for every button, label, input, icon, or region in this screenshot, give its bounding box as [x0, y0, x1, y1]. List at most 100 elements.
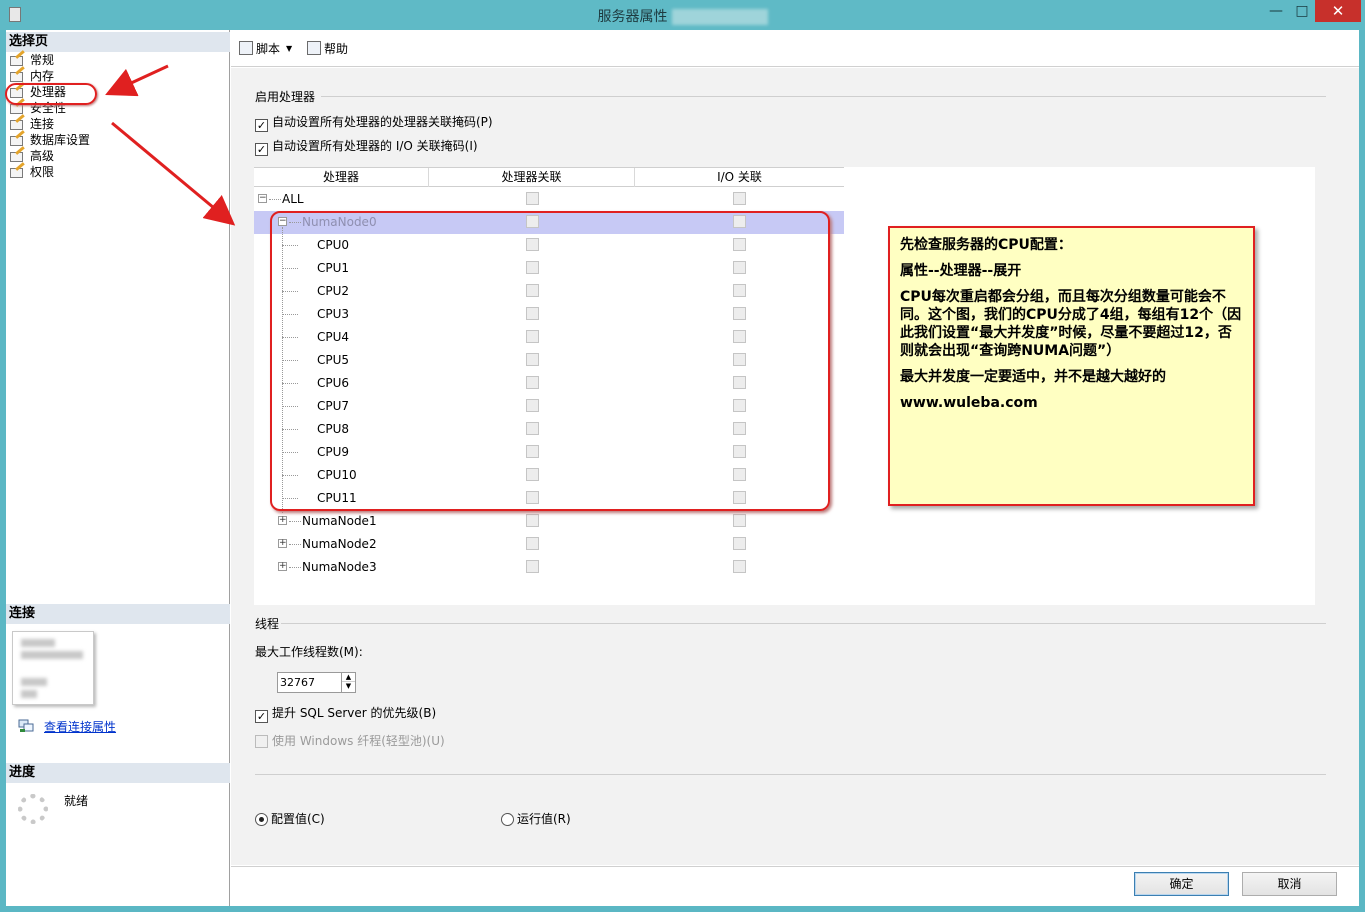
tree-line [269, 199, 281, 200]
io-affinity-checkbox[interactable] [733, 560, 746, 573]
page-item-label: 权限 [30, 165, 55, 179]
expand-icon[interactable]: + [278, 562, 287, 571]
page-icon [10, 114, 25, 130]
page-item[interactable]: 连接 [10, 114, 55, 132]
processor-affinity-checkbox[interactable] [526, 560, 539, 573]
script-button[interactable]: 脚本 ▼ [239, 40, 292, 57]
page-icon [10, 130, 25, 146]
annotation-line: 属性--处理器--展开 [900, 263, 1022, 279]
expand-icon[interactable]: + [278, 539, 287, 548]
page-item-label: 内存 [30, 69, 55, 83]
processor-row[interactable]: − ALL [254, 188, 844, 211]
page-icon [10, 50, 25, 66]
configured-values-radio[interactable] [255, 813, 268, 826]
running-values-label: 运行值(R) [517, 812, 571, 826]
page-item[interactable]: 权限 [10, 162, 55, 180]
dropdown-arrow-icon[interactable]: ▼ [286, 44, 292, 53]
boost-priority-checkbox[interactable]: ✓ [255, 710, 268, 723]
progress-header: 进度 [6, 763, 230, 783]
max-worker-threads-stepper[interactable]: 32767 ▲ ▼ [277, 672, 356, 693]
page-item[interactable]: 高级 [10, 146, 55, 164]
close-button[interactable]: ✕ [1315, 0, 1361, 22]
cancel-button[interactable]: 取消 [1242, 872, 1337, 896]
progress-status: 就绪 [64, 794, 89, 808]
tree-line [289, 567, 301, 568]
use-fibers-label: 使用 Windows 纤程(轻型池)(U) [272, 734, 445, 748]
page-item[interactable]: 常规 [10, 50, 54, 68]
collapse-icon[interactable]: − [258, 194, 267, 203]
expand-icon[interactable]: + [278, 516, 287, 525]
tree-line [289, 521, 301, 522]
toolbar: 脚本 ▼ 帮助 [231, 30, 1359, 67]
script-label: 脚本 [256, 42, 281, 56]
auto-io-checkbox-row[interactable]: ✓ 自动设置所有处理器的 I/O 关联掩码(I) [255, 139, 478, 156]
divider [255, 774, 1326, 775]
processor-affinity-checkbox[interactable] [526, 537, 539, 550]
maximize-button[interactable]: □ [1290, 0, 1314, 22]
running-values-radio-row[interactable]: 运行值(R) [501, 810, 571, 827]
max-worker-threads-label: 最大工作线程数(M): [255, 645, 363, 659]
progress-spinner-icon [18, 794, 48, 824]
column-io-affinity[interactable]: I/O 关联 [635, 168, 844, 187]
title-bar[interactable]: 服务器属性 — □ ✕ [0, 0, 1365, 30]
annotation-line: www.wuleba.com [900, 395, 1038, 411]
use-fibers-checkbox[interactable] [255, 735, 268, 748]
io-affinity-checkbox[interactable] [733, 192, 746, 205]
annotation-line: 最大并发度一定要适中，并不是越大越好的 [900, 369, 1166, 385]
processor-affinity-checkbox[interactable] [526, 192, 539, 205]
tree-line [289, 544, 301, 545]
max-worker-threads-value[interactable]: 32767 [280, 676, 315, 689]
annotation-line: 先检查服务器的CPU配置： [900, 237, 1072, 253]
stepper-up-icon[interactable]: ▲ [342, 673, 355, 682]
processor-affinity-checkbox[interactable] [526, 514, 539, 527]
help-icon [307, 41, 321, 55]
select-page-header: 选择页 [6, 32, 230, 52]
auto-io-affinity-label: 自动设置所有处理器的 I/O 关联掩码(I) [272, 139, 478, 153]
connection-properties-icon [18, 719, 34, 732]
running-values-radio[interactable] [501, 813, 514, 826]
help-label: 帮助 [324, 42, 349, 56]
auto-affinity-checkbox-row[interactable]: ✓ 自动设置所有处理器的处理器关联掩码(P) [255, 115, 493, 132]
use-fibers-checkbox-row[interactable]: 使用 Windows 纤程(轻型池)(U) [255, 734, 445, 748]
boost-priority-checkbox-row[interactable]: ✓ 提升 SQL Server 的优先级(B) [255, 706, 436, 723]
view-connection-properties-link[interactable]: 查看连接属性 [44, 718, 116, 735]
auto-affinity-label: 自动设置所有处理器的处理器关联掩码(P) [272, 115, 493, 129]
redacted-text [21, 678, 47, 686]
dialog-footer: 确定 取消 [231, 866, 1359, 906]
column-processor-affinity[interactable]: 处理器关联 [429, 168, 635, 187]
stepper-down-icon[interactable]: ▼ [342, 682, 355, 691]
connection-info-card [12, 631, 94, 705]
help-button[interactable]: 帮助 [307, 40, 348, 57]
processor-row[interactable]: + NumaNode2 [254, 533, 844, 556]
page-icon [10, 66, 25, 82]
minimize-button[interactable]: — [1264, 0, 1288, 22]
redacted-text [21, 651, 83, 659]
grid-header: 处理器 处理器关联 I/O 关联 [254, 167, 844, 187]
column-processor[interactable]: 处理器 [254, 168, 429, 187]
redacted-text [21, 639, 55, 647]
processor-name: NumaNode2 [302, 537, 377, 551]
redacted-text [21, 690, 37, 698]
configured-values-label: 配置值(C) [271, 812, 325, 826]
annotation-line: CPU每次重启都会分组，而且每次分组数量可能会不同。这个图，我们的CPU分成了4… [900, 289, 1242, 359]
processor-row[interactable]: + NumaNode3 [254, 556, 844, 579]
window-title: 服务器属性 [0, 6, 1365, 26]
annotation-note: 先检查服务器的CPU配置： 属性--处理器--展开 CPU每次重启都会分组，而且… [888, 226, 1255, 506]
configured-values-radio-row[interactable]: 配置值(C) [255, 810, 325, 827]
annotation-box [270, 211, 830, 511]
page-icon [10, 146, 25, 162]
left-pane: 选择页 常规 内存 处理器 安全性 连接 数据库设置 高级 权限 连接 查看连接属性 进度 就… [6, 30, 230, 906]
page-item-label: 连接 [30, 117, 55, 131]
page-item[interactable]: 内存 [10, 66, 55, 84]
io-affinity-checkbox[interactable] [733, 514, 746, 527]
connection-header: 连接 [6, 604, 230, 624]
enable-processors-group-label: 启用处理器 [255, 90, 316, 104]
auto-io-affinity-checkbox[interactable]: ✓ [255, 143, 268, 156]
stepper-buttons: ▲ ▼ [341, 673, 355, 692]
io-affinity-checkbox[interactable] [733, 537, 746, 550]
ok-button[interactable]: 确定 [1134, 872, 1229, 896]
processor-row[interactable]: + NumaNode1 [254, 510, 844, 533]
auto-affinity-checkbox[interactable]: ✓ [255, 119, 268, 132]
page-item-label: 高级 [30, 149, 55, 163]
threads-group-label: 线程 [255, 617, 280, 631]
